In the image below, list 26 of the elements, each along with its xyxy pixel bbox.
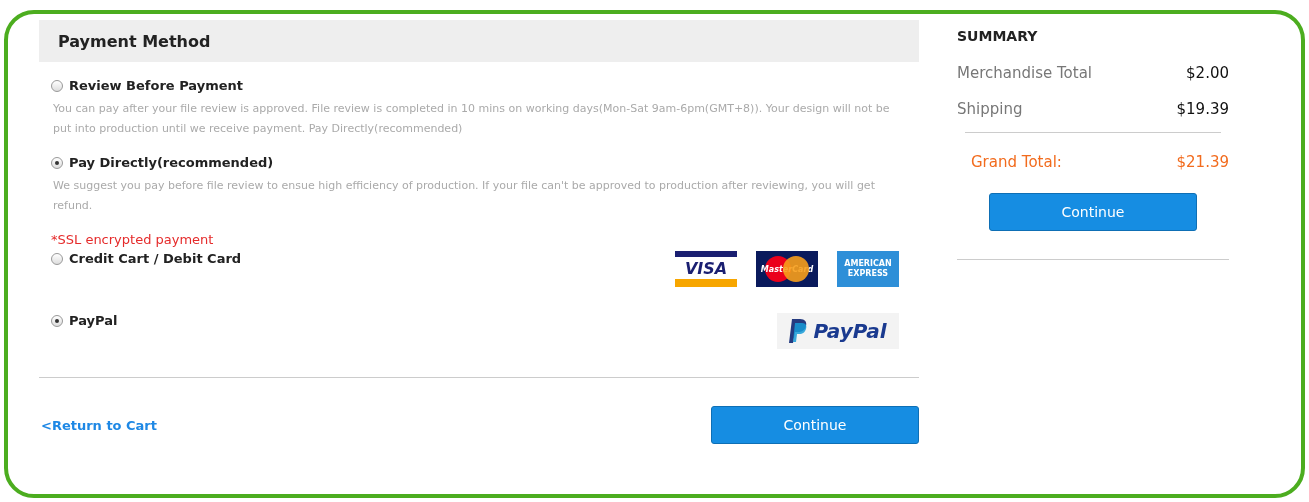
radio-button[interactable] <box>51 314 63 327</box>
grand-total-label: Grand Total: <box>971 153 1062 171</box>
summary-title: SUMMARY <box>957 27 1039 44</box>
option-label: PayPal <box>69 313 118 328</box>
option-description: You can pay after your file review is approved. File review is completed in 10 mins on working days(Mon-Sat 9am-6pm(GMT+8)). Your design will not be put into production until we receive payment. Pay Directly(recommended) <box>52 101 891 137</box>
option-label: Pay Directly(recommended) <box>69 155 274 170</box>
radio-button[interactable] <box>51 156 63 169</box>
radio-button[interactable] <box>51 79 63 92</box>
continue-button[interactable]: Continue <box>711 406 919 444</box>
radio-button[interactable] <box>51 252 63 265</box>
visa-logo: VISA <box>675 251 737 287</box>
option-label: Review Before Payment <box>69 78 244 93</box>
return-link[interactable]: <Return to Cart <box>39 417 157 433</box>
continue-button[interactable]: Continue <box>989 193 1197 231</box>
summary-value: $2.00 <box>1186 64 1229 82</box>
option-description: We suggest you pay before file review to ensue high efficiency of production. If your file can't be approved to production after reviewing, you will get refund. <box>52 178 876 214</box>
summary-label: Shipping <box>957 100 1023 118</box>
grand-total-value: $21.39 <box>1176 153 1229 171</box>
ssl-note: *SSL encrypted payment <box>50 231 215 247</box>
paypal-logo: PayPal <box>777 313 899 349</box>
amex-logo: AMERICAN EXPRESS <box>837 251 899 287</box>
section-title: Payment Method <box>58 31 211 51</box>
option-label: Credit Cart / Debit Card <box>69 251 242 266</box>
summary-label: Merchandise Total <box>957 64 1092 82</box>
summary-value: $19.39 <box>1176 100 1229 118</box>
paypal-p-icon <box>789 319 808 343</box>
